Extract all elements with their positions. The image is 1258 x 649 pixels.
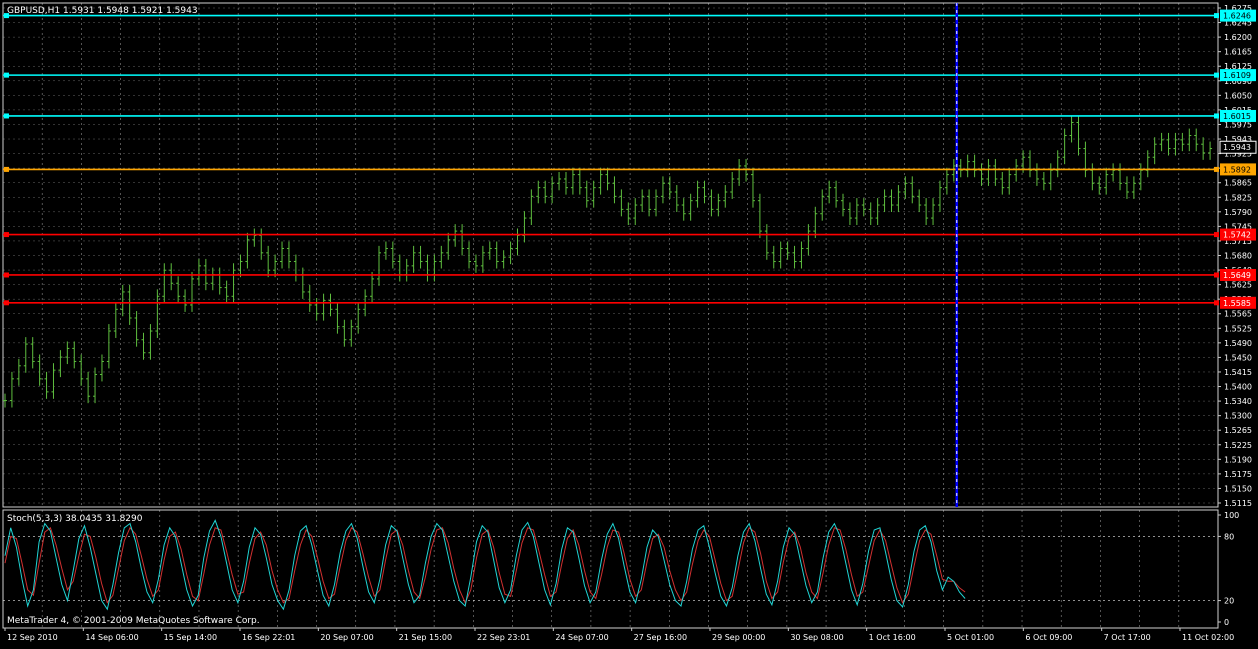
chart-header-label: GBPUSD,H1 1.5931 1.5948 1.5921 1.5943: [7, 6, 198, 16]
level-line-anchor-right[interactable]: [1214, 13, 1219, 19]
level-line-anchor-right[interactable]: [1214, 232, 1219, 238]
level-price-tag-label: 1.6015: [1223, 112, 1251, 121]
stoch-axis-tick-label: 100: [1224, 511, 1239, 520]
level-line-anchor-right[interactable]: [1214, 300, 1219, 306]
y-axis-tick-label: 1.5415: [1224, 368, 1252, 377]
x-axis-tick-label: 27 Sep 16:00: [634, 633, 687, 642]
last-price-tag-label: 1.5943: [1223, 143, 1251, 152]
level-price-tag-label: 1.6109: [1223, 71, 1251, 80]
x-axis-tick-label: 6 Oct 09:00: [1025, 633, 1072, 642]
level-line-anchor-left[interactable]: [4, 166, 9, 172]
stoch-header-label: Stoch(5,3,3) 38.0435 31.8290: [7, 514, 143, 524]
level-price-tag-label: 1.5742: [1223, 231, 1251, 240]
x-axis-tick-label: 22 Sep 23:01: [477, 633, 530, 642]
x-axis-tick-label: 29 Sep 00:00: [712, 633, 765, 642]
x-axis-tick-label: 12 Sep 2010: [7, 633, 58, 642]
level-line-anchor-left[interactable]: [4, 72, 9, 78]
stoch-main-line: [4, 519, 966, 611]
level-price-tag-label: 1.5585: [1223, 299, 1251, 308]
level-line-anchor-left[interactable]: [4, 113, 9, 119]
main-panel-frame: [2, 2, 1219, 508]
level-price-tag-label: 1.5892: [1223, 165, 1251, 174]
stoch-axis-tick-label: 20: [1224, 597, 1234, 606]
level-line-anchor-right[interactable]: [1214, 272, 1219, 278]
level-line-anchor-right[interactable]: [1214, 72, 1219, 78]
level-line-anchor-right[interactable]: [1214, 166, 1219, 172]
y-axis-tick-label: 1.5150: [1224, 484, 1252, 493]
level-price-tag-label: 1.6246: [1223, 12, 1251, 21]
y-axis-tick-label: 1.5300: [1224, 412, 1252, 421]
chart-canvas[interactable]: 1.62751.62451.62001.61651.61251.60901.60…: [0, 0, 1258, 645]
level-line-anchor-left[interactable]: [4, 232, 9, 238]
stoch-axis-tick-label: 0: [1224, 618, 1229, 627]
x-axis-tick-label: 15 Sep 14:00: [164, 633, 217, 642]
x-axis-tick-label: 7 Oct 17:00: [1104, 633, 1151, 642]
y-axis-tick-label: 1.5865: [1224, 179, 1252, 188]
y-axis-tick-label: 1.5175: [1224, 470, 1252, 479]
stoch-axis-tick-label: 80: [1224, 532, 1234, 541]
x-axis-tick-label: 16 Sep 22:01: [242, 633, 295, 642]
x-axis-tick-label: 5 Oct 01:00: [947, 633, 994, 642]
y-axis-tick-label: 1.5825: [1224, 193, 1252, 202]
y-axis-tick-label: 1.5400: [1224, 383, 1252, 392]
level-line-anchor-left[interactable]: [4, 272, 9, 278]
y-axis-tick-label: 1.5490: [1224, 339, 1252, 348]
copyright-label: MetaTrader 4, © 2001-2009 MetaQuotes Sof…: [7, 616, 260, 626]
y-axis-tick-label: 1.5265: [1224, 426, 1252, 435]
y-axis-tick-label: 1.5565: [1224, 310, 1252, 319]
x-axis-tick-label: 14 Sep 06:00: [85, 633, 138, 642]
x-axis-tick-label: 24 Sep 07:00: [555, 633, 608, 642]
level-line-anchor-left[interactable]: [4, 300, 9, 306]
stoch-signal-line: [4, 526, 966, 604]
x-axis-tick-label: 1 Oct 16:00: [869, 633, 916, 642]
y-axis-tick-label: 1.5340: [1224, 397, 1252, 406]
x-axis-tick-label: 11 Oct 02:00: [1182, 633, 1234, 642]
metatrader-chart-window[interactable]: 1.6275 1.6245 1.6200 1.6165 1.6125 1.6090 1.60…: [0, 0, 1258, 645]
y-axis-tick-label: 1.6050: [1224, 91, 1252, 100]
y-axis-tick-label: 1.5450: [1224, 353, 1252, 362]
y-axis-tick-label: 1.5115: [1224, 499, 1252, 508]
x-axis-tick-label: 20 Sep 07:00: [320, 633, 373, 642]
y-axis-tick-label: 1.6200: [1224, 33, 1252, 42]
level-price-tag-label: 1.5649: [1223, 271, 1251, 280]
x-axis-tick-label: 30 Sep 08:00: [790, 633, 843, 642]
y-axis-tick-label: 1.5625: [1224, 281, 1252, 290]
y-axis-tick-label: 1.5190: [1224, 455, 1252, 464]
y-axis-tick-label: 1.5680: [1224, 252, 1252, 261]
y-axis-tick-label: 1.6165: [1224, 48, 1252, 57]
y-axis-tick-label: 1.5525: [1224, 324, 1252, 333]
y-axis-tick-label: 1.5225: [1224, 441, 1252, 450]
y-axis-tick-label: 1.5790: [1224, 208, 1252, 217]
x-axis-tick-label: 21 Sep 15:00: [399, 633, 452, 642]
level-line-anchor-right[interactable]: [1214, 113, 1219, 119]
